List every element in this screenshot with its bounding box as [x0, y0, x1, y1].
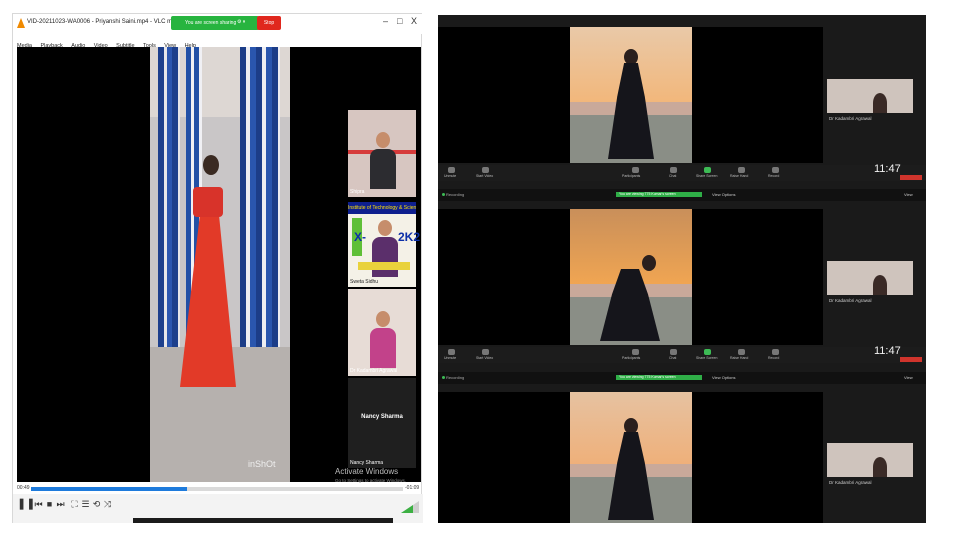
curtain-right [240, 47, 280, 367]
toolbar-chat[interactable]: Chat [669, 356, 676, 360]
vlc-cone-icon [17, 18, 25, 28]
fullscreen-button[interactable]: ⛶ [69, 499, 80, 510]
zoom-status-bar: Recording You are viewing 775 Kumar's sc… [438, 189, 926, 201]
participant-name: Dr Kadambri Agrawal [350, 368, 398, 374]
dancer-frame [570, 209, 692, 345]
dancer-frame [570, 27, 692, 163]
participant-name: Nancy Sharma [350, 460, 384, 466]
thumbnail-name: Dr Kadambri Agrawal [829, 480, 872, 485]
participant-figure [370, 130, 396, 192]
loop-button[interactable]: ⟲ [91, 499, 102, 510]
toolbar-share-screen[interactable]: Share Screen [696, 356, 717, 360]
previous-button[interactable]: ⏮ [33, 499, 44, 510]
volume-icon [401, 501, 419, 513]
participant-figure [372, 218, 398, 280]
participant-name-center: Nancy Sharma [361, 414, 403, 420]
dancer-blouse [193, 187, 223, 217]
zoom-toolbar: Unmute Start Video Participants Chat Sha… [438, 347, 926, 363]
view-options[interactable]: View Options [712, 375, 736, 380]
clock: 11:47 [874, 345, 901, 357]
participant-thumbnail[interactable]: Dr Kadambri Agrawal [827, 443, 913, 485]
vlc-window: VID-20211023-WA0006 - Priyanshi Saini.mp… [12, 13, 423, 523]
activate-windows-text: Activate Windows [335, 467, 399, 476]
taskbar-strip [133, 518, 393, 523]
view-options[interactable]: View Options [712, 192, 736, 197]
toolbar-video[interactable]: Start Video [476, 356, 493, 360]
thumbnail-name: Dr Kadambri Agrawal [829, 298, 872, 303]
participant-name: Shipra [350, 189, 365, 195]
recording-label: Recording [446, 192, 465, 197]
play-pause-button[interactable]: ❚❚ [17, 499, 35, 510]
close-button[interactable]: X [411, 16, 417, 26]
toolbar-video[interactable]: Start Video [476, 174, 493, 178]
zoom-shared-screen[interactable] [438, 392, 823, 523]
participant-tile[interactable]: Dr Kadambri Agrawal [348, 289, 416, 376]
playlist-button[interactable]: ☰ [80, 499, 91, 510]
shuffle-button[interactable]: ⤨ [102, 499, 113, 510]
zoom-shared-screen[interactable] [438, 209, 823, 345]
time-elapsed: 00:49 [17, 485, 30, 491]
volume-slider[interactable] [401, 500, 419, 513]
dancer-head [203, 155, 219, 175]
stop-share-button[interactable]: Stop Share [257, 16, 281, 40]
stop-button[interactable]: ■ [44, 499, 55, 510]
screen-sharing-label: You are screen sharing [185, 20, 237, 26]
participant-name: Sweta Sidhu [350, 279, 379, 285]
end-button[interactable] [900, 175, 922, 180]
toolbar-raise-hand[interactable]: Raise Hand [730, 174, 748, 178]
zoom-recordings-panel: Dr Kadambri Agrawal Unmute Start Video P… [438, 15, 926, 523]
zoom-toolbar: Unmute Start Video Participants Chat Sha… [438, 165, 926, 181]
toolbar-unmute[interactable]: Unmute [444, 174, 456, 178]
banner-yellow-band [358, 262, 410, 270]
view-menu[interactable]: View [904, 192, 913, 197]
toolbar-record[interactable]: Record [768, 356, 779, 360]
zoom-status-bar: Recording You are viewing 775 Kumar's sc… [438, 372, 926, 384]
sharing-status-icons: ⚙ ⏸ [237, 19, 246, 25]
participant-tile[interactable]: Shipra [348, 110, 416, 197]
minimize-button[interactable]: – [383, 16, 388, 26]
viewing-banner: You are viewing 775 Kumar's screen [616, 375, 702, 380]
toolbar-share-screen[interactable]: Share Screen [696, 174, 717, 178]
dancer-frame [570, 392, 692, 523]
toolbar-participants[interactable]: Participants [622, 174, 640, 178]
screen-sharing-indicator: You are screen sharing [171, 16, 259, 30]
toolbar-raise-hand[interactable]: Raise Hand [730, 356, 748, 360]
toolbar-record[interactable]: Record [768, 174, 779, 178]
next-button[interactable]: ⏭ [55, 499, 66, 510]
seek-bar[interactable] [31, 487, 403, 491]
title-bar: VID-20211023-WA0006 - Priyanshi Saini.mp… [13, 14, 423, 40]
banner-title-right: 2K2 [398, 230, 421, 244]
viewing-banner: You are viewing 775 Kumar's screen [616, 192, 702, 197]
control-bar: ❚❚ ⏮ ■ ⏭ ⛶ ☰ ⟲ ⤨ [13, 494, 423, 523]
participant-figure [370, 309, 396, 371]
time-remaining: -01:09 [405, 485, 420, 491]
video-watermark: inShOt [248, 459, 276, 469]
activate-windows-sub: Go to Settings to activate Windows. [335, 478, 407, 483]
toolbar-participants[interactable]: Participants [622, 356, 640, 360]
participant-tile[interactable]: Institute of Technology & Science X- 2K2… [348, 202, 420, 287]
maximize-button[interactable]: □ [397, 16, 402, 26]
participant-thumbnail[interactable]: Dr Kadambri Agrawal [827, 261, 913, 303]
curtain-left [158, 47, 180, 367]
participant-thumbnail[interactable]: Dr Kadambri Agrawal [827, 79, 913, 121]
recording-label: Recording [446, 375, 465, 380]
toolbar-unmute[interactable]: Unmute [444, 356, 456, 360]
toolbar-chat[interactable]: Chat [669, 174, 676, 178]
video-area[interactable]: inShOt Shipra Institute of Technology & … [17, 47, 421, 483]
participant-tile[interactable]: Nancy Sharma Nancy Sharma [348, 378, 416, 468]
event-banner: Institute of Technology & Science [348, 202, 416, 214]
clock: 11:47 [874, 163, 901, 175]
menu-bar: Media Playback Audio Video Subtitle Tool… [13, 34, 423, 49]
view-menu[interactable]: View [904, 375, 913, 380]
seek-progress [31, 487, 188, 491]
banner-title-left: X- [354, 230, 366, 244]
dancer-video-frame: inShOt [150, 47, 290, 482]
zoom-shared-screen[interactable] [438, 27, 823, 163]
end-button[interactable] [900, 357, 922, 362]
thumbnail-name: Dr Kadambri Agrawal [829, 116, 872, 121]
